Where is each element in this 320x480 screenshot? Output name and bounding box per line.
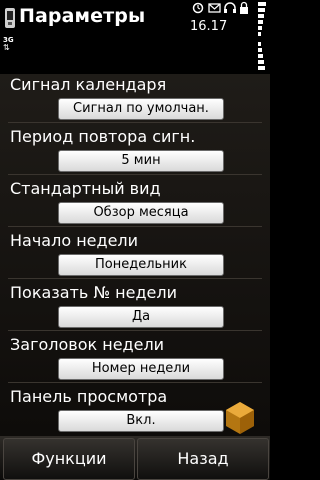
row-divider <box>8 278 262 279</box>
setting-value-field[interactable]: Сигнал по умолчан. <box>58 98 224 120</box>
row-divider <box>8 330 262 331</box>
setting-week-start[interactable]: Начало недели Понедельник <box>0 230 270 282</box>
row-divider <box>8 382 262 383</box>
setting-label: Заголовок недели <box>10 335 165 354</box>
setting-week-title[interactable]: Заголовок недели Номер недели <box>0 334 270 386</box>
row-divider <box>8 226 262 227</box>
headset-icon <box>224 2 236 13</box>
softkey-bar: Функции Назад <box>0 436 270 480</box>
setting-show-week-number[interactable]: Показать № недели Да <box>0 282 270 334</box>
setting-calendar-alarm[interactable]: Сигнал календаря Сигнал по умолчан. <box>0 74 270 126</box>
page-title: Параметры <box>19 5 146 27</box>
back-softkey[interactable]: Назад <box>137 438 269 480</box>
data-transfer-icon: ⇅ <box>3 43 10 52</box>
watermark-logo-icon <box>226 402 254 434</box>
options-softkey[interactable]: Функции <box>3 438 135 480</box>
setting-value-field[interactable]: 5 мин <box>58 150 224 172</box>
setting-label: Стандартный вид <box>10 179 161 198</box>
settings-app-icon <box>5 8 15 28</box>
setting-snooze-period[interactable]: Период повтора сигн. 5 мин <box>0 126 270 178</box>
setting-label: Период повтора сигн. <box>10 127 196 146</box>
setting-label: Панель просмотра <box>10 387 168 406</box>
row-divider <box>8 122 262 123</box>
setting-label: Показать № недели <box>10 283 177 302</box>
settings-list: Сигнал календаря Сигнал по умолчан. Пери… <box>0 74 270 436</box>
setting-value-field[interactable]: Номер недели <box>58 358 224 380</box>
setting-label: Начало недели <box>10 231 139 250</box>
envelope-icon <box>208 3 221 13</box>
clock: 16.17 <box>190 19 228 34</box>
setting-value-field[interactable]: Обзор месяца <box>58 202 224 224</box>
setting-value-field[interactable]: Понедельник <box>58 254 224 276</box>
clock-alarm-icon <box>192 2 204 14</box>
row-divider <box>8 174 262 175</box>
setting-label: Сигнал календаря <box>10 75 167 94</box>
setting-value-field[interactable]: Вкл. <box>58 410 224 432</box>
setting-default-view[interactable]: Стандартный вид Обзор месяца <box>0 178 270 230</box>
signal-strength-icon <box>258 2 266 40</box>
status-bar: Параметры 3G ⇅ 16.17 <box>0 0 270 70</box>
status-icons <box>192 1 248 14</box>
lock-icon <box>240 1 248 14</box>
setting-value-field[interactable]: Да <box>58 306 224 328</box>
